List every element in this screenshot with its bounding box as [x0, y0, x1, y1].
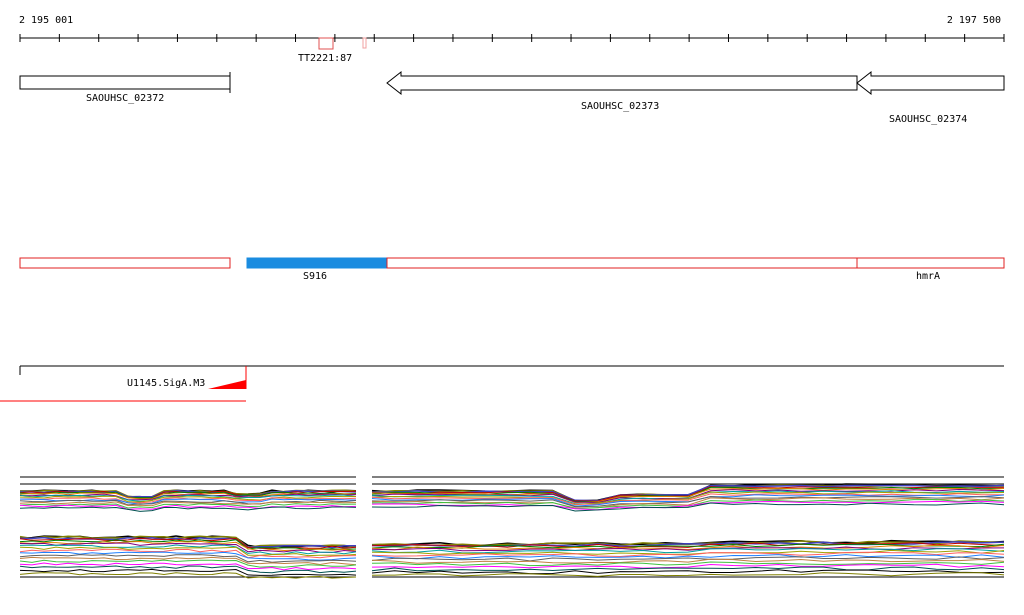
- motif-track: U1145.SigA.M3: [0, 365, 1004, 402]
- expression-profile-line: [371, 569, 1005, 575]
- marker-tick: [362, 37, 367, 49]
- expression-panel-upper-left: [19, 489, 357, 512]
- marker-tt2221[interactable]: TT2221:87: [298, 37, 367, 64]
- feature-box[interactable]: [19, 257, 231, 269]
- expression-profile-line: [371, 502, 1005, 512]
- expression-panel-lower-left: [19, 535, 357, 579]
- gene-label: SAOUHSC_02372: [86, 93, 164, 104]
- ruler-end-label: 2 197 500: [947, 15, 1001, 26]
- gene-box[interactable]: [19, 75, 231, 90]
- feature-s916-label: S916: [303, 271, 327, 282]
- genome-track-canvas: 2 195 001 2 197 500 TT2221:87 SAOUHSC_02…: [0, 15, 1005, 579]
- feature-hmra[interactable]: [856, 257, 1005, 269]
- gene-label: SAOUHSC_02373: [581, 101, 659, 112]
- ruler-start-label: 2 195 001: [19, 15, 73, 26]
- motif-logo-wedge[interactable]: [208, 380, 246, 389]
- feature-s916[interactable]: [246, 257, 388, 269]
- gene-saouhsc-02372[interactable]: SAOUHSC_02372: [19, 72, 231, 104]
- feature-track: S916 hmrA: [19, 257, 1005, 282]
- genome-browser-view: 2 195 001 2 197 500 TT2221:87 SAOUHSC_02…: [0, 0, 1024, 611]
- expression-panel-upper-right: [371, 483, 1005, 512]
- gene-arrow[interactable]: [386, 70, 858, 96]
- expression-profile-line: [371, 556, 1005, 562]
- feature-box[interactable]: [386, 257, 858, 269]
- feature-hmra-label: hmrA: [916, 271, 940, 282]
- marker-label: TT2221:87: [298, 53, 352, 64]
- gene-arrow[interactable]: [856, 70, 1005, 96]
- gene-saouhsc-02374[interactable]: SAOUHSC_02374: [856, 70, 1005, 125]
- marker-box[interactable]: [318, 37, 334, 50]
- coordinate-ruler: 2 195 001 2 197 500: [19, 15, 1005, 42]
- gene-saouhsc-02373[interactable]: SAOUHSC_02373: [386, 70, 858, 112]
- motif-label: U1145.SigA.M3: [127, 378, 205, 389]
- expression-panel-lower-right: [371, 539, 1005, 577]
- gene-label: SAOUHSC_02374: [889, 114, 967, 125]
- expression-panels: [19, 476, 1005, 579]
- gene-track: SAOUHSC_02372 SAOUHSC_02373 SAOUHSC_0237…: [19, 70, 1005, 125]
